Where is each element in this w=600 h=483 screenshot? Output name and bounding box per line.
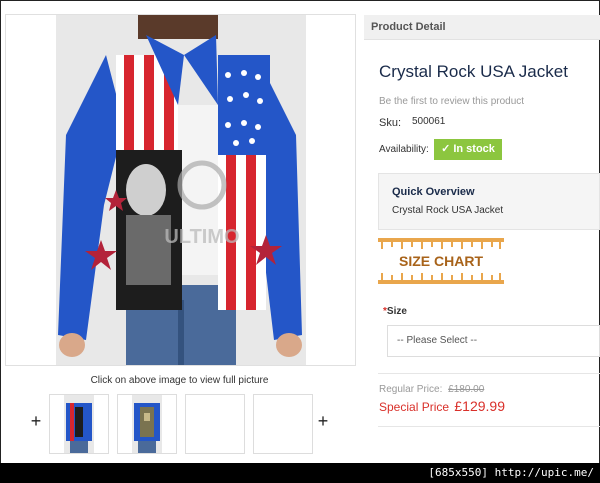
caption-bar: [685x550] http://upic.me/: [0, 463, 600, 483]
stock-status-text: In stock: [453, 143, 495, 155]
regular-price-label: Regular Price:: [379, 384, 443, 395]
product-title: Crystal Rock USA Jacket: [379, 62, 568, 81]
gallery-hint: Click on above image to view full pictur…: [90, 375, 269, 386]
thumbnail-3[interactable]: [185, 394, 245, 454]
size-select[interactable]: -- Please Select --: [387, 325, 600, 357]
sku-label: Sku:: [379, 117, 402, 129]
thumbnail-4[interactable]: [253, 394, 313, 454]
stock-status-badge: ✓ In stock: [434, 139, 502, 160]
special-price: Special Price £129.99: [379, 398, 505, 414]
quick-overview-title: Quick Overview: [392, 186, 475, 198]
section-header: Product Detail: [364, 15, 600, 40]
special-price-label: Special Price: [379, 400, 450, 414]
quick-overview-text: Crystal Rock USA Jacket: [392, 205, 504, 216]
thumbnail-1[interactable]: [49, 394, 109, 454]
image-caption: [685x550] http://upic.me/: [428, 466, 594, 479]
special-price-value: £129.99: [454, 398, 505, 414]
review-link[interactable]: Be the first to review this product: [379, 96, 524, 107]
size-label-text: Size: [386, 306, 407, 317]
check-icon: ✓: [441, 143, 451, 155]
divider: [378, 426, 600, 427]
size-chart-label: SIZE CHART: [399, 253, 483, 269]
availability-label: Availability:: [379, 144, 429, 155]
thumbnail-2[interactable]: [117, 394, 177, 454]
size-chart-button[interactable]: SIZE CHART: [378, 238, 504, 284]
divider: [378, 373, 600, 374]
watermark-text: ULTIMO: [164, 226, 239, 248]
quick-overview-box: Quick Overview Crystal Rock USA Jacket: [378, 173, 600, 230]
sku-value: 500061: [412, 116, 446, 127]
size-label: *Size: [383, 306, 407, 317]
gallery-prev-button[interactable]: +: [28, 412, 44, 430]
regular-price: Regular Price: £180.00: [379, 384, 484, 395]
main-product-image[interactable]: ULTIMO: [5, 14, 356, 366]
regular-price-value: £180.00: [448, 384, 485, 395]
gallery-next-button[interactable]: +: [315, 412, 331, 430]
